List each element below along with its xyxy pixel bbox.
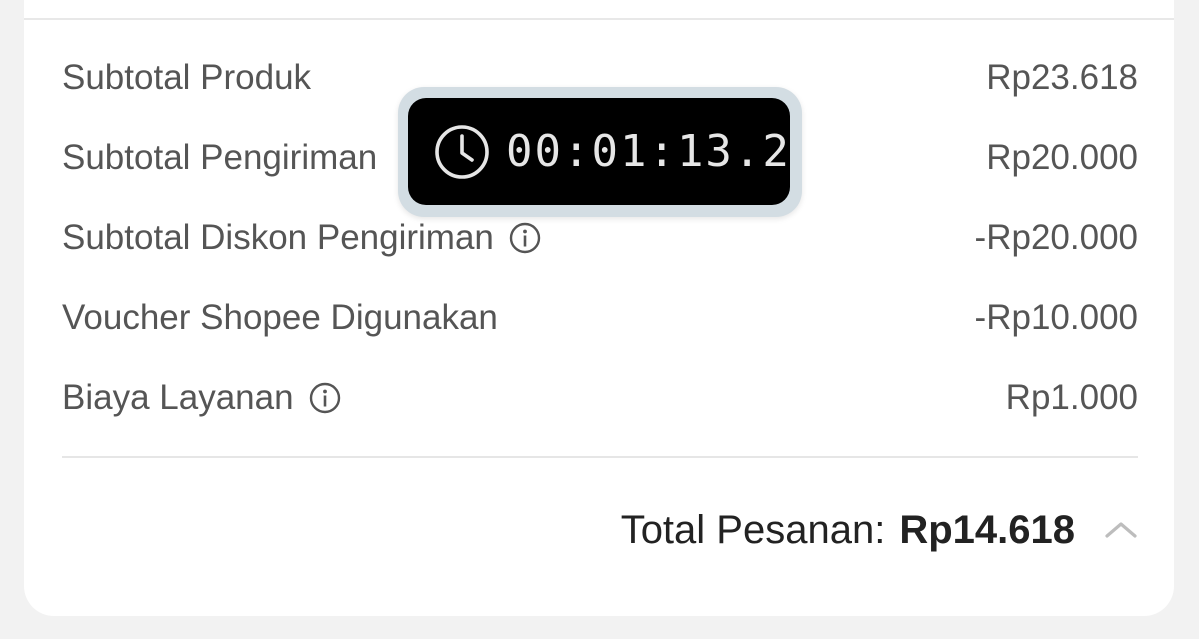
clock-icon xyxy=(432,122,492,182)
chevron-up-icon[interactable] xyxy=(1103,512,1139,548)
row-subtotal-diskon-pengiriman: Subtotal Diskon Pengiriman -Rp20.000 xyxy=(62,208,1138,268)
total-label: Total Pesanan: xyxy=(620,507,886,552)
info-icon[interactable] xyxy=(308,381,342,415)
row-value: -Rp20.000 xyxy=(974,218,1138,257)
summary-divider xyxy=(62,456,1138,458)
timer-panel: 00:01:13.2 xyxy=(408,98,790,205)
row-label: Voucher Shopee Digunakan xyxy=(62,298,498,337)
row-label: Biaya Layanan xyxy=(62,378,294,417)
total-value: Rp14.618 xyxy=(899,507,1075,552)
row-value: -Rp10.000 xyxy=(974,298,1138,337)
timer-overlay: 00:01:13.2 xyxy=(398,87,802,217)
row-label: Subtotal Diskon Pengiriman xyxy=(62,218,494,257)
row-value: Rp20.000 xyxy=(986,138,1138,177)
row-voucher-shopee: Voucher Shopee Digunakan -Rp10.000 xyxy=(62,288,1138,348)
top-divider xyxy=(24,18,1174,20)
row-label: Subtotal Pengiriman xyxy=(62,138,378,177)
row-biaya-layanan: Biaya Layanan Rp1.000 xyxy=(62,368,1138,428)
info-icon[interactable] xyxy=(508,221,542,255)
row-label: Subtotal Produk xyxy=(62,58,312,97)
row-value: Rp1.000 xyxy=(1005,378,1138,417)
timer-readout: 00:01:13.2 xyxy=(506,126,791,177)
order-total[interactable]: Total Pesanan: Rp14.618 xyxy=(621,500,1139,560)
row-value: Rp23.618 xyxy=(986,58,1138,97)
